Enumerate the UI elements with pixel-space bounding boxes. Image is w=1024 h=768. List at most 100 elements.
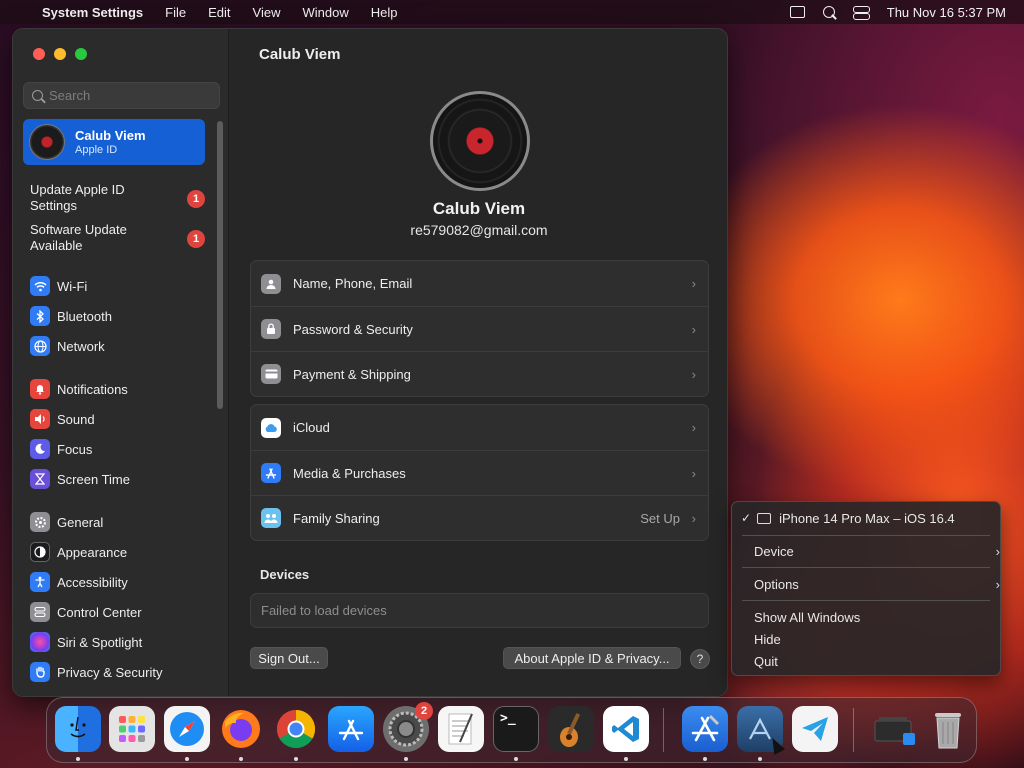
search-input[interactable]	[49, 88, 209, 103]
chevron-right-icon: ›	[691, 366, 696, 382]
terminal-prompt: >_	[500, 711, 516, 726]
zoom-button[interactable]	[75, 48, 87, 60]
row-label: Name, Phone, Email	[293, 276, 413, 291]
dock-app-finder[interactable]	[55, 706, 101, 752]
row-password-security[interactable]: Password & Security ›	[251, 306, 708, 351]
services-group: iCloud › Media & Purchases › Family Shar…	[250, 404, 709, 541]
menu-item-device[interactable]: Device ›	[754, 541, 1000, 561]
profile-name: Calub Viem	[75, 128, 146, 143]
dock-app-chrome[interactable]	[273, 706, 319, 752]
dock-app-firefox[interactable]	[218, 706, 264, 752]
bluetooth-icon	[30, 306, 50, 326]
menu-view[interactable]: View	[242, 5, 292, 20]
menu-clock[interactable]: Thu Nov 16 5:37 PM	[887, 5, 1006, 20]
menu-item-current-device[interactable]: ✓ iPhone 14 Pro Max – iOS 16.4	[741, 508, 955, 528]
sidebar-item-label: Screen Time	[57, 471, 130, 487]
sidebar-item-control-center[interactable]: Control Center	[30, 601, 142, 623]
settings-badge: 2	[415, 702, 433, 720]
sidebar-item-update-apple-id[interactable]: Update Apple ID Settings 1	[30, 182, 205, 214]
menu-item-show-all-windows[interactable]: Show All Windows	[754, 607, 860, 627]
sidebar-item-apple-id[interactable]: Calub Viem Apple ID	[23, 119, 205, 165]
menu-item-label: Device	[754, 543, 794, 559]
row-label: Media & Purchases	[293, 465, 406, 481]
sidebar-item-bluetooth[interactable]: Bluetooth	[30, 305, 112, 327]
profile-avatar[interactable]	[430, 91, 530, 191]
notification-badge: 1	[187, 230, 205, 248]
dock-app-app-store[interactable]	[328, 706, 374, 752]
sidebar-item-focus[interactable]: Focus	[30, 438, 92, 460]
running-indicator	[703, 757, 707, 761]
menu-app-name[interactable]: System Settings	[36, 5, 154, 20]
row-payment-shipping[interactable]: Payment & Shipping ›	[251, 351, 708, 396]
search-field[interactable]	[23, 82, 220, 109]
dock-app-launchpad[interactable]	[109, 706, 155, 752]
sidebar-item-screen-time[interactable]: Screen Time	[30, 468, 130, 490]
chevron-right-icon: ›	[995, 543, 1000, 559]
row-media-purchases[interactable]: Media & Purchases ›	[251, 450, 708, 495]
help-button[interactable]: ?	[690, 649, 710, 669]
sidebar-item-software-update[interactable]: Software Update Available 1	[30, 222, 205, 254]
control-center-toggle-icon[interactable]	[852, 5, 870, 20]
sidebar-item-accessibility[interactable]: Accessibility	[30, 571, 128, 593]
sidebar-item-label: Accessibility	[57, 574, 128, 590]
hand-icon	[30, 662, 50, 682]
sidebar-item-label: Appearance	[57, 544, 128, 560]
checkmark-icon: ✓	[741, 511, 752, 525]
menu-item-options[interactable]: Options ›	[754, 574, 1000, 594]
sidebar-item-label: Software Update Available	[30, 222, 127, 253]
dock-separator	[663, 708, 664, 752]
dock-app-garageband[interactable]	[548, 706, 594, 752]
dock-app-terminal[interactable]: >_	[493, 706, 539, 752]
running-indicator	[76, 757, 80, 761]
dock-app-safari[interactable]	[164, 706, 210, 752]
control-center-icon	[30, 602, 50, 622]
gear-icon	[30, 512, 50, 532]
dock-app-telegram[interactable]	[792, 706, 838, 752]
menu-edit[interactable]: Edit	[197, 5, 241, 20]
notification-badge: 1	[187, 190, 205, 208]
chevron-right-icon: ›	[691, 465, 696, 481]
about-apple-id-button[interactable]: About Apple ID & Privacy...	[503, 647, 681, 669]
row-label: iCloud	[293, 420, 330, 435]
dock-app-textedit[interactable]	[438, 706, 484, 752]
sidebar-item-siri-spotlight[interactable]: Siri & Spotlight	[30, 631, 142, 653]
menu-separator	[742, 600, 990, 601]
sign-out-button[interactable]: Sign Out...	[250, 647, 328, 669]
running-indicator	[514, 757, 518, 761]
dock-app-vscode[interactable]	[603, 706, 649, 752]
dock-app-xcode[interactable]	[682, 706, 728, 752]
running-indicator	[624, 757, 628, 761]
running-indicator	[239, 757, 243, 761]
menu-help[interactable]: Help	[360, 5, 409, 20]
sidebar-item-label: Bluetooth	[57, 308, 112, 324]
sidebar-item-network[interactable]: Network	[30, 335, 105, 357]
menu-item-hide[interactable]: Hide	[754, 629, 781, 649]
sidebar-item-wifi[interactable]: Wi-Fi	[30, 275, 87, 297]
sidebar-item-general[interactable]: General	[30, 511, 103, 533]
sidebar-item-notifications[interactable]: Notifications	[30, 378, 128, 400]
wifi-icon	[30, 276, 50, 296]
main-content: Calub Viem Calub Viem re579082@gmail.com…	[230, 29, 727, 696]
sidebar-item-privacy-security[interactable]: Privacy & Security	[30, 661, 162, 683]
dock-app-trash[interactable]	[925, 706, 971, 752]
close-button[interactable]	[33, 48, 45, 60]
screen-mirroring-icon[interactable]	[789, 6, 805, 18]
device-icon	[757, 512, 772, 524]
minimize-button[interactable]	[54, 48, 66, 60]
menu-file[interactable]: File	[154, 5, 197, 20]
dock-stack-downloads[interactable]	[869, 706, 919, 752]
sidebar-item-appearance[interactable]: Appearance	[30, 541, 127, 563]
row-name-phone-email[interactable]: Name, Phone, Email ›	[251, 261, 708, 306]
menu-item-quit[interactable]: Quit	[754, 651, 778, 671]
row-family-sharing[interactable]: Family Sharing Set Up ›	[251, 495, 708, 540]
sidebar-item-label: Privacy & Security	[57, 664, 163, 680]
spotlight-search-icon[interactable]	[822, 6, 835, 18]
contact-icon	[261, 273, 281, 294]
menu-window[interactable]: Window	[291, 5, 359, 20]
row-icloud[interactable]: iCloud ›	[251, 405, 708, 450]
dock-context-menu: ✓ iPhone 14 Pro Max – iOS 16.4 Device › …	[731, 501, 1001, 676]
globe-icon	[30, 336, 50, 356]
sidebar-scrollbar[interactable]	[217, 121, 223, 409]
sidebar-item-sound[interactable]: Sound	[30, 408, 95, 430]
row-value-setup: Set Up	[640, 510, 680, 526]
